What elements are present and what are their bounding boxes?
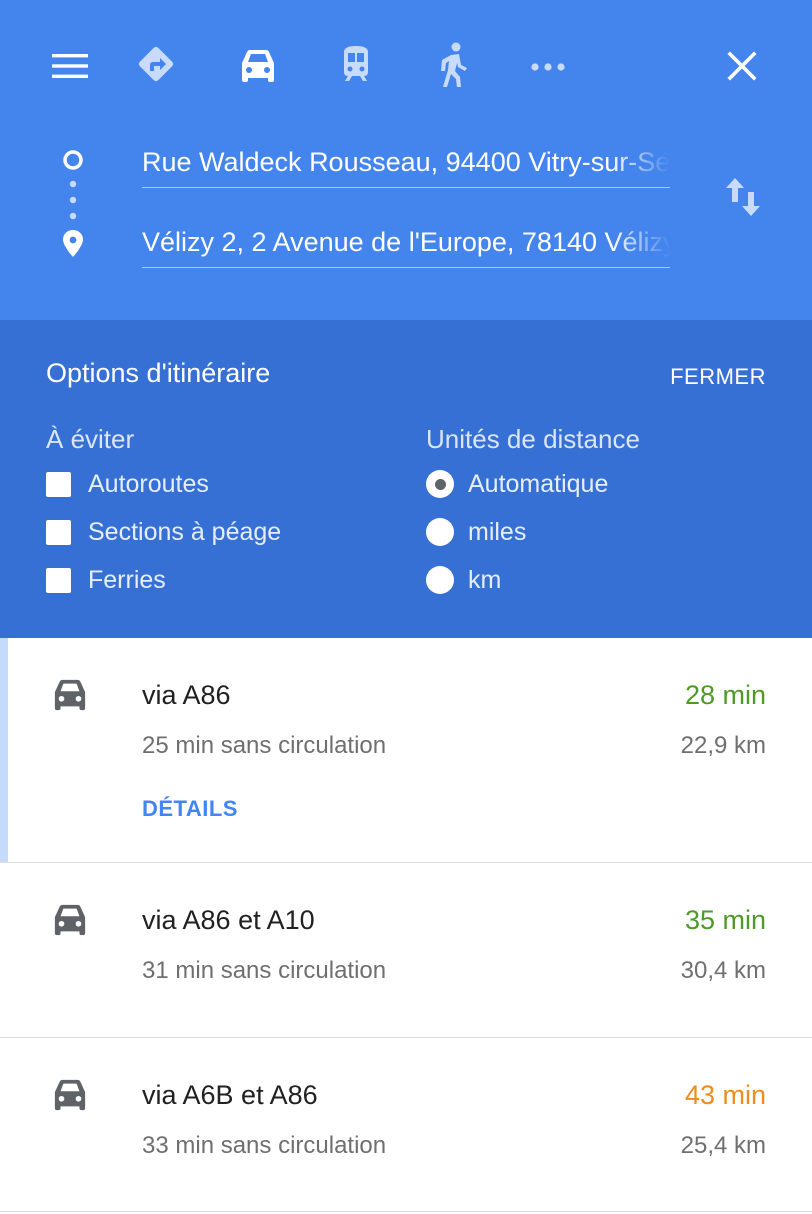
- avoid-tolls-option[interactable]: Sections à péage: [46, 516, 281, 548]
- mode-transit-button[interactable]: [334, 42, 378, 86]
- route-details-button[interactable]: DÉTAILS: [142, 796, 238, 822]
- units-miles-option[interactable]: miles: [426, 516, 526, 548]
- route-option-2[interactable]: via A86 et A10 31 min sans circulation 3…: [0, 863, 812, 1038]
- swap-vert-icon: [726, 178, 760, 216]
- directions-header: [0, 0, 812, 320]
- route-name: via A86: [142, 680, 231, 710]
- option-label: Ferries: [88, 565, 166, 594]
- origin-field[interactable]: [142, 138, 670, 188]
- car-icon: [54, 904, 86, 936]
- route-distance: 25,4 km: [680, 1132, 766, 1159]
- origin-input[interactable]: [142, 138, 670, 186]
- route-distance: 22,9 km: [680, 732, 766, 759]
- units-km-option[interactable]: km: [426, 564, 501, 596]
- close-icon: [727, 51, 757, 81]
- option-label: Sections à péage: [88, 517, 282, 546]
- route-name: via A6B et A86: [142, 1080, 318, 1110]
- option-label: km: [468, 565, 502, 594]
- menu-icon: [52, 54, 88, 78]
- destination-pin-icon: [63, 230, 83, 257]
- avoid-ferries-checkbox[interactable]: [46, 567, 71, 593]
- car-icon: [242, 50, 274, 82]
- route-options-panel: Options d'itinéraire FERMER À éviter Uni…: [0, 320, 812, 638]
- origin-marker-icon: [63, 150, 83, 170]
- route-options-title: Options d'itinéraire: [46, 358, 271, 388]
- units-heading: Unités de distance: [426, 424, 640, 454]
- avoid-ferries-option[interactable]: Ferries: [46, 564, 166, 596]
- mode-walking-button[interactable]: [434, 40, 474, 90]
- route-duration: 35 min: [684, 905, 766, 935]
- close-options-button[interactable]: FERMER: [670, 364, 766, 390]
- route-typical-time: 33 min sans circulation: [142, 1132, 387, 1159]
- mode-driving-button[interactable]: [236, 44, 280, 88]
- avoid-highways-option[interactable]: Autoroutes: [46, 468, 209, 500]
- more-horiz-icon: [531, 63, 565, 71]
- option-label: miles: [468, 517, 527, 546]
- route-distance: 30,4 km: [680, 957, 766, 984]
- route-option-3[interactable]: via A6B et A86 33 min sans circulation 4…: [0, 1038, 812, 1212]
- route-name: via A86 et A10: [142, 905, 315, 935]
- units-miles-radio[interactable]: [426, 518, 454, 546]
- option-label: Automatique: [468, 469, 609, 498]
- close-button[interactable]: [720, 44, 764, 88]
- avoid-tolls-checkbox[interactable]: [46, 519, 71, 545]
- units-automatic-option[interactable]: Automatique: [426, 468, 608, 500]
- units-automatic-radio[interactable]: [426, 470, 454, 498]
- route-typical-time: 31 min sans circulation: [142, 957, 387, 984]
- swap-button[interactable]: [718, 170, 768, 224]
- avoid-highways-checkbox[interactable]: [46, 471, 71, 497]
- route-option-1[interactable]: via A86 25 min sans circulation 28 min 2…: [0, 638, 812, 863]
- route-duration: 28 min: [684, 680, 766, 710]
- destination-input[interactable]: [142, 218, 670, 266]
- route-typical-time: 25 min sans circulation: [142, 732, 387, 759]
- units-km-radio[interactable]: [426, 566, 454, 594]
- more-modes-button[interactable]: [528, 50, 568, 84]
- train-icon: [344, 46, 368, 81]
- walk-icon: [441, 42, 467, 87]
- destination-field[interactable]: [142, 218, 670, 268]
- avoid-heading: À éviter: [46, 424, 135, 454]
- route-duration: 43 min: [684, 1080, 766, 1110]
- best-route-button[interactable]: [134, 42, 178, 86]
- option-label: Autoroutes: [88, 469, 209, 498]
- car-icon: [54, 679, 86, 711]
- car-icon: [54, 1079, 86, 1111]
- route-stops-indicator: [56, 140, 90, 270]
- menu-button[interactable]: [50, 46, 90, 86]
- directions-diamond-icon: [138, 46, 174, 82]
